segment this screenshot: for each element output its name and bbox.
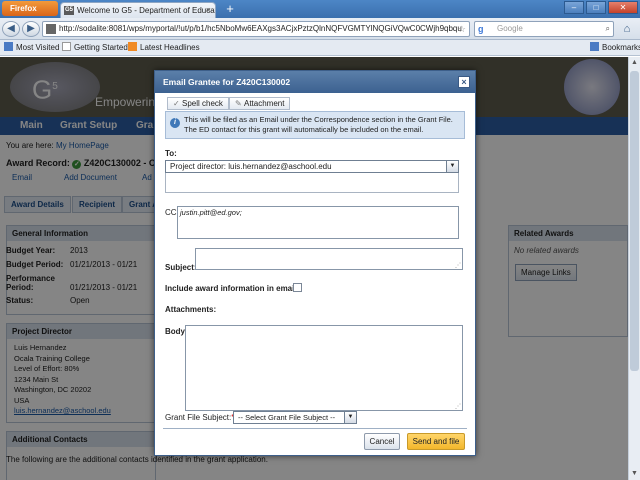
window-controls: – □ ✕ xyxy=(564,1,638,14)
bookmarks-icon xyxy=(590,42,599,51)
bookmark-star-icon[interactable]: ☆ xyxy=(458,22,466,36)
subject-label: Subject: xyxy=(165,263,197,272)
scroll-thumb[interactable] xyxy=(630,71,639,371)
include-award-info-checkbox[interactable] xyxy=(293,283,302,292)
send-and-file-button[interactable]: Send and file xyxy=(407,433,465,450)
new-tab-button[interactable]: + xyxy=(222,2,238,16)
bookmarks-folder-icon xyxy=(4,42,13,51)
navigation-bar: ◀ ▶ http://sodalite:8081/wps/myportal/!u… xyxy=(0,18,640,40)
cancel-button[interactable]: Cancel xyxy=(364,433,400,450)
page-icon xyxy=(62,42,71,51)
resize-grip-icon[interactable]: ⋰ xyxy=(455,403,461,410)
browser-titlebar: Firefox G5 Welcome to G5 - Department of… xyxy=(0,0,640,18)
tab-close-icon[interactable]: × xyxy=(206,3,211,18)
body-field[interactable]: ⋰ xyxy=(185,325,463,411)
page-scrollbar[interactable]: ▲ ▼ xyxy=(628,57,640,480)
bookmark-getting-started[interactable]: Getting Started xyxy=(62,40,128,55)
search-placeholder: Google xyxy=(497,24,523,33)
chevron-down-icon[interactable]: ▼ xyxy=(446,161,458,172)
to-select[interactable]: Project director: luis.hernandez@aschool… xyxy=(165,160,459,173)
scroll-up-icon[interactable]: ▲ xyxy=(629,57,640,69)
info-icon: i xyxy=(170,118,180,128)
tab-title: Welcome to G5 - Department of Educati... xyxy=(77,6,216,15)
scroll-down-icon[interactable]: ▼ xyxy=(629,468,640,480)
cc-field[interactable]: justin.pitt@ed.gov; xyxy=(177,206,459,239)
spell-check-button[interactable]: ✓ Spell check xyxy=(167,97,229,110)
browser-tab[interactable]: G5 Welcome to G5 - Department of Educati… xyxy=(60,2,216,18)
rss-icon xyxy=(128,42,137,51)
grant-file-subject-select[interactable]: -- Select Grant File Subject -- ▼ xyxy=(233,411,357,424)
site-identity-icon xyxy=(46,24,56,34)
paperclip-icon: ✎ xyxy=(235,99,242,108)
resize-grip-icon[interactable]: ⋰ xyxy=(455,262,461,269)
window-close-icon[interactable]: ✕ xyxy=(608,1,638,14)
info-message: i This will be filed as an Email under t… xyxy=(165,111,465,139)
bookmarks-menu[interactable]: Bookmarks xyxy=(590,40,640,55)
grant-file-subject-label: Grant File Subject:* xyxy=(165,413,234,422)
include-award-info-label: Include award information in email: xyxy=(165,284,300,293)
forward-icon[interactable]: ▶ xyxy=(22,21,40,37)
search-bar[interactable]: g Google ⌕ xyxy=(474,21,614,37)
attachment-button[interactable]: ✎ Attachment xyxy=(229,97,291,110)
chevron-down-icon[interactable]: ▼ xyxy=(344,412,356,423)
search-icon[interactable]: ⌕ xyxy=(606,22,610,36)
email-grantee-dialog: Email Grantee for Z420C130002 × ✓ Spell c… xyxy=(154,70,476,456)
spell-check-icon: ✓ xyxy=(173,99,180,108)
home-icon[interactable]: ⌂ xyxy=(618,21,636,37)
dialog-title: Email Grantee for Z420C130002 xyxy=(155,71,475,93)
bookmarks-toolbar: Most Visited Getting Started Latest Head… xyxy=(0,40,640,56)
minimize-icon[interactable]: – xyxy=(564,1,584,14)
editor-toolbar: ✓ Spell check ✎ Attachment xyxy=(165,97,465,110)
subject-field[interactable]: ⋰ xyxy=(195,248,463,270)
url-bar[interactable]: http://sodalite:8081/wps/myportal/!ut/p/… xyxy=(42,21,470,37)
to-additional-field[interactable] xyxy=(165,173,459,193)
dialog-close-icon[interactable]: × xyxy=(458,76,470,88)
url-text: http://sodalite:8081/wps/myportal/!ut/p/… xyxy=(59,24,462,33)
divider xyxy=(163,428,467,429)
google-icon: g xyxy=(478,24,484,34)
bookmark-latest-headlines[interactable]: Latest Headlines xyxy=(128,40,200,55)
to-label: To: xyxy=(165,149,177,158)
firefox-menu-button[interactable]: Firefox xyxy=(2,1,58,16)
bookmark-most-visited[interactable]: Most Visited xyxy=(4,40,59,55)
maximize-icon[interactable]: □ xyxy=(586,1,606,14)
back-icon[interactable]: ◀ xyxy=(2,21,20,37)
attachments-label: Attachments: xyxy=(165,305,217,314)
g5-favicon-icon: G5 xyxy=(64,6,74,15)
